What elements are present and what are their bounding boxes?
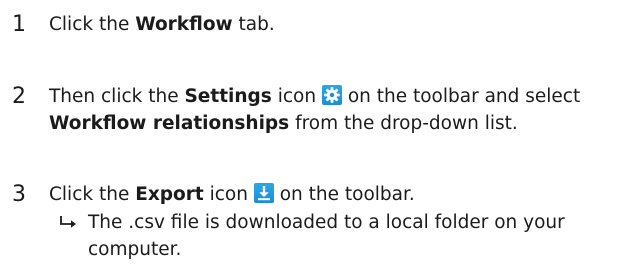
step-text-after-icon: on the toolbar. (273, 184, 415, 205)
download-icon (253, 183, 274, 203)
settings-label: Settings (184, 86, 272, 107)
step-number: 3 (12, 182, 26, 207)
result-text: The .csv file is downloaded to a local f… (88, 212, 565, 260)
step-text-prefix: Then click the (49, 86, 185, 107)
step-text-after-icon: on the toolbar and select (341, 86, 581, 107)
step-text-prefix: Click the (49, 14, 136, 35)
step-text: Click the Export icon on the toolbar. (49, 181, 639, 208)
step-text: Then click the Settings icon on the tool (49, 83, 639, 137)
workflow-relationships-label: Workflow relationships (49, 113, 290, 134)
step-number: 1 (12, 12, 26, 37)
step-text-suffix: tab. (232, 14, 275, 35)
step-text-mid: icon (271, 86, 322, 107)
export-label: Export (135, 184, 204, 205)
step-text-mid: icon (203, 184, 254, 205)
result-arrow-icon (60, 216, 76, 228)
gear-icon (321, 85, 342, 105)
step-text: Click the Workflow tab. (49, 11, 639, 38)
workflow-tab-label: Workflow (135, 14, 233, 35)
step-text-prefix: Click the (49, 184, 136, 205)
step-number: 2 (12, 84, 26, 109)
step-text-suffix: from the drop-down list. (289, 113, 518, 134)
